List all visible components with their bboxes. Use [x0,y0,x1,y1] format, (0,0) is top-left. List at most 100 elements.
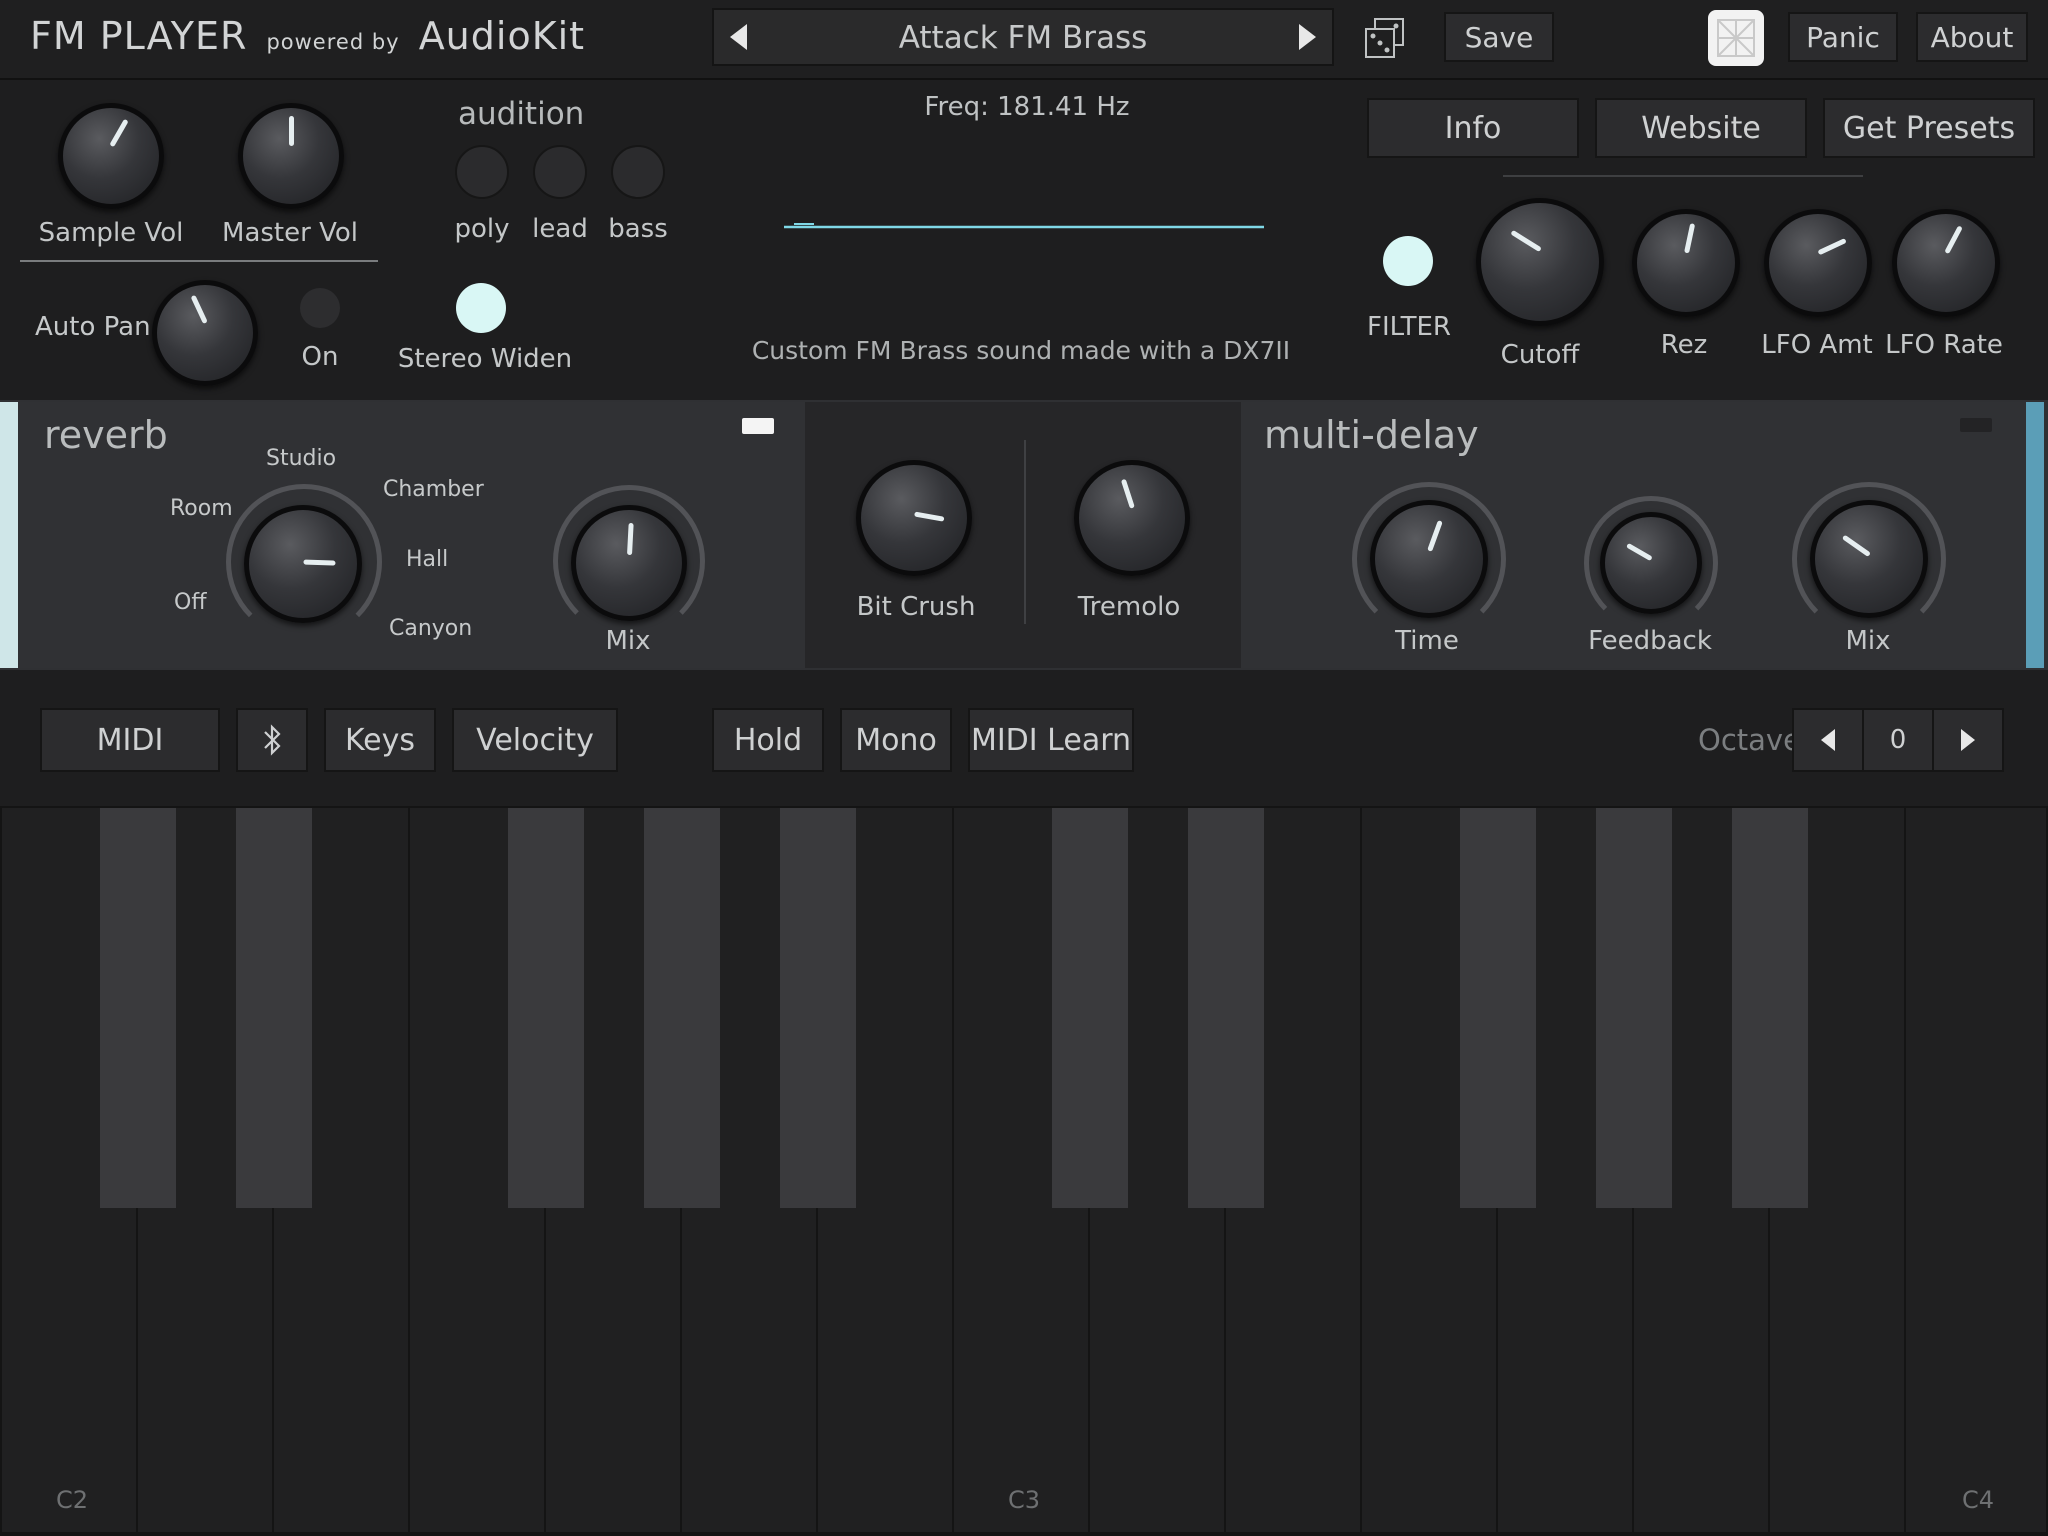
knob-indicator [1626,542,1653,562]
arrow-left-icon [1821,729,1835,751]
audition-poly-button[interactable] [455,145,509,199]
velocity-button[interactable]: Velocity [452,708,618,772]
divider [1503,175,1863,177]
random-preset-button[interactable] [1364,17,1406,59]
knob-indicator [1944,225,1963,255]
octave-value: 0 [1862,708,1934,772]
black-key[interactable] [644,808,720,1208]
reverb-enable-toggle[interactable] [742,418,774,434]
black-key[interactable] [1732,808,1808,1208]
website-button[interactable]: Website [1595,98,1807,158]
app-name: FM PLAYER [30,14,248,58]
master-vol-knob[interactable] [238,103,344,209]
delay-feedback-knob[interactable] [1600,512,1702,614]
knob-indicator [914,511,945,522]
lfo-amount-label: LFO Amt [1761,330,1873,360]
mono-button[interactable]: Mono [840,708,952,772]
bit-crush-knob[interactable] [856,460,972,576]
arrow-right-icon [1299,24,1316,50]
hold-button[interactable]: Hold [712,708,824,772]
black-key[interactable] [780,808,856,1208]
reverb-mix-label: Mix [605,626,651,656]
audiobus-button[interactable] [1708,10,1764,66]
save-button[interactable]: Save [1444,12,1554,62]
lfo-amount-knob[interactable] [1764,209,1872,317]
delay-mix-knob[interactable] [1810,500,1928,618]
note-label-c2: C2 [56,1486,89,1514]
frequency-readout: Freq: 181.41 Hz [924,92,1130,122]
next-preset-button[interactable] [1299,24,1316,50]
black-key[interactable] [1460,808,1536,1208]
panic-button[interactable]: Panic [1788,12,1898,62]
octave-down-button[interactable] [1792,708,1864,772]
cutoff-label: Cutoff [1500,340,1580,370]
white-key[interactable] [1906,808,2046,1532]
divider [1024,440,1026,624]
knob-indicator [109,118,129,148]
lfo-rate-label: LFO Rate [1885,330,2003,360]
note-label-c4: C4 [1962,1486,1995,1514]
multi-delay-enable-toggle[interactable] [1960,418,1992,432]
black-key[interactable] [100,808,176,1208]
note-label-c3: C3 [1008,1486,1041,1514]
black-key[interactable] [1596,808,1672,1208]
preset-selector: Attack FM Brass [712,8,1334,66]
auto-pan-knob[interactable] [152,280,258,386]
black-key[interactable] [1052,808,1128,1208]
reverb-title: reverb [44,413,168,457]
tremolo-knob[interactable] [1074,460,1190,576]
tremolo-label: Tremolo [1077,592,1181,622]
reverb-type-studio: Studio [266,446,337,471]
about-button[interactable]: About [1916,12,2028,62]
reverb-type-room: Room [170,496,233,521]
preset-name[interactable]: Attack FM Brass [714,20,1332,56]
rez-knob[interactable] [1632,209,1740,317]
preset-description: Custom FM Brass sound made with a DX7II [751,336,1291,365]
bit-crush-label: Bit Crush [856,592,976,622]
sample-vol-label: Sample Vol [38,218,184,248]
octave-up-button[interactable] [1932,708,2004,772]
reverb-mix-knob[interactable] [571,505,687,621]
audition-poly-label: poly [454,214,510,244]
get-presets-button[interactable]: Get Presets [1823,98,2035,158]
powered-by-text: powered by [266,30,400,54]
filter-toggle[interactable] [1383,236,1433,286]
reverb-type-knob[interactable] [244,505,362,623]
knob-indicator [190,294,208,325]
audition-bass-label: bass [608,214,668,244]
grid-logo-icon [1717,19,1755,57]
octave-label: Octave [1698,723,1801,757]
lfo-rate-knob[interactable] [1892,209,2000,317]
auto-pan-toggle[interactable] [300,288,340,328]
bluetooth-icon [264,724,281,756]
app-title: FM PLAYER powered by AudioKit [30,14,585,58]
midi-button[interactable]: MIDI [40,708,220,772]
divider [20,260,378,262]
bluetooth-button[interactable] [236,708,308,772]
reverb-type-chamber: Chamber [383,477,484,502]
cutoff-knob[interactable] [1476,198,1604,326]
keys-button[interactable]: Keys [324,708,436,772]
reverb-type-canyon: Canyon [389,616,473,641]
black-key[interactable] [1188,808,1264,1208]
dice-icon [1365,18,1404,58]
effects-left-accent [0,402,18,668]
knob-indicator [289,116,294,146]
delay-time-knob[interactable] [1370,500,1488,618]
reverb-type-hall: Hall [406,547,449,572]
stereo-widen-toggle[interactable] [456,283,506,333]
waveform-display [784,223,1264,229]
filter-label: FILTER [1367,312,1451,342]
sample-vol-knob[interactable] [58,103,164,209]
info-button[interactable]: Info [1367,98,1579,158]
auto-pan-on-label: On [301,342,339,372]
delay-mix-label: Mix [1845,626,1891,656]
delay-feedback-label: Feedback [1588,626,1712,656]
audition-bass-button[interactable] [611,145,665,199]
black-key[interactable] [508,808,584,1208]
rez-label: Rez [1660,330,1708,360]
audition-lead-button[interactable] [533,145,587,199]
midi-learn-button[interactable]: MIDI Learn [968,708,1134,772]
black-key[interactable] [236,808,312,1208]
auto-pan-label: Auto Pan [35,312,151,342]
